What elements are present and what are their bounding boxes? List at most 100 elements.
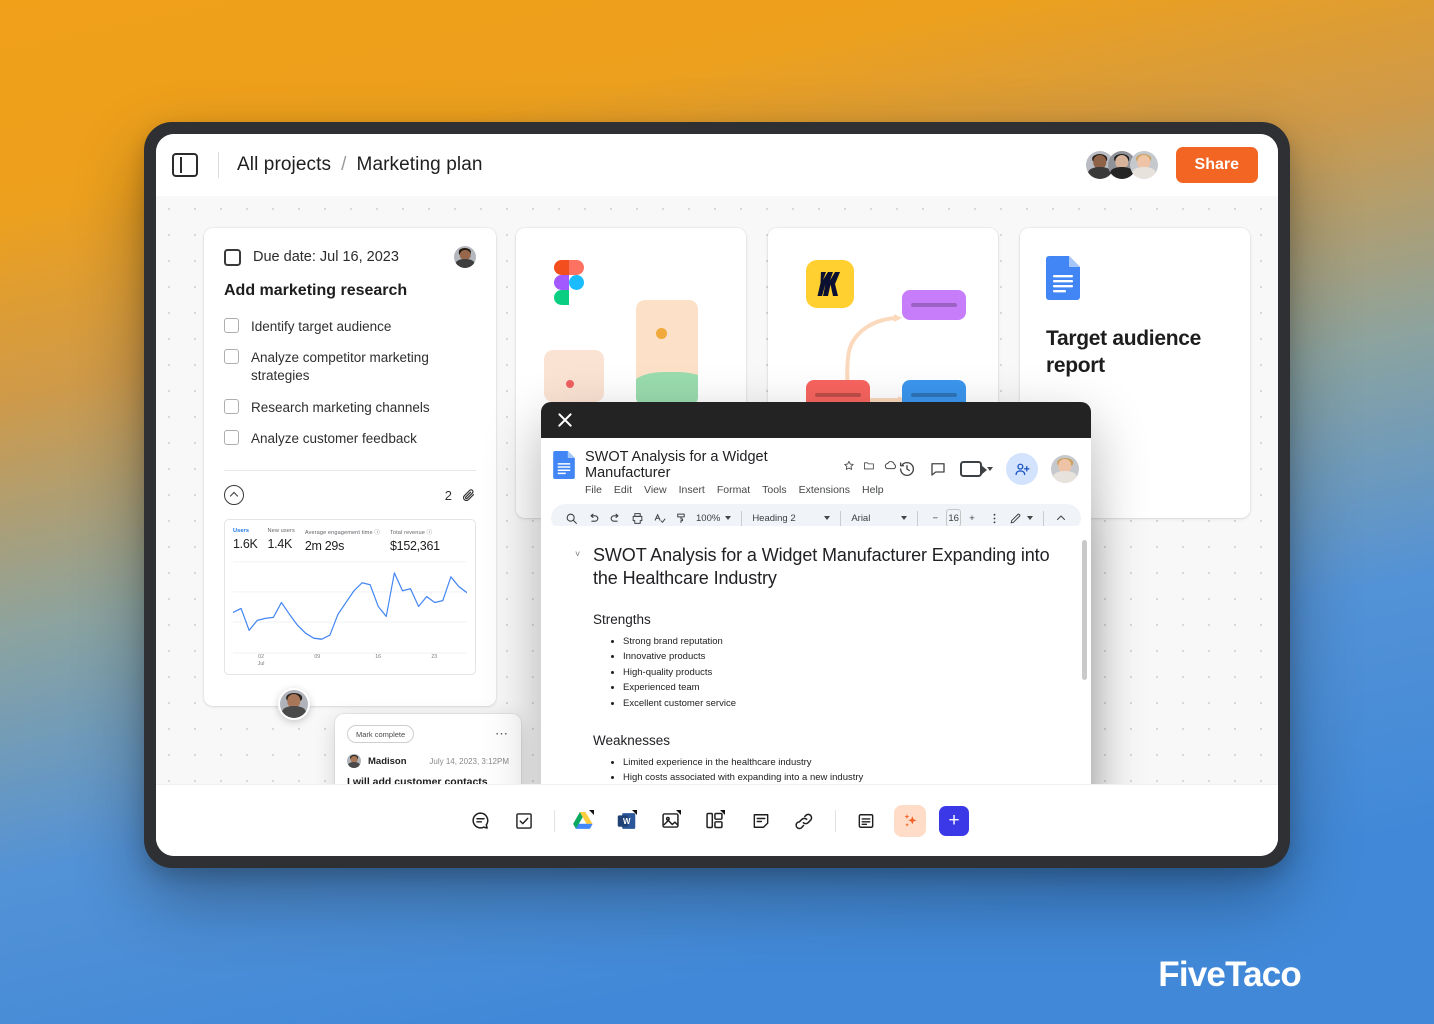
subtask-item[interactable]: Analyze customer feedback: [224, 429, 476, 448]
x-tick-label: 23: [431, 654, 438, 661]
share-button[interactable]: [1006, 453, 1038, 485]
cloud-saved-icon[interactable]: [884, 459, 898, 472]
link-tool[interactable]: [783, 801, 827, 841]
star-icon[interactable]: [843, 459, 855, 472]
watermark-logo: FiveTaco: [1158, 955, 1302, 994]
gdoc-preview-title: Target audience report: [1046, 327, 1201, 377]
document-title[interactable]: SWOT Analysis for a Widget Manufacturer: [585, 449, 834, 481]
corner-marker: [676, 810, 681, 815]
analytics-widget[interactable]: Users 1.6K New users 1.4K Average engage…: [224, 519, 476, 676]
menu-format[interactable]: Format: [717, 484, 750, 496]
share-button[interactable]: Share: [1175, 147, 1258, 183]
analytics-stat-users[interactable]: Users 1.6K: [233, 528, 268, 553]
ai-tool[interactable]: [888, 801, 932, 841]
chart-x-axis: 02 Jul 09 16 23: [233, 654, 467, 670]
zoom-value: 100%: [696, 512, 721, 524]
subtask-checkbox[interactable]: [224, 398, 239, 414]
paragraph-style-selector[interactable]: Heading 2: [748, 513, 834, 524]
avatar[interactable]: [347, 754, 361, 768]
subtask-item[interactable]: Identify target audience: [224, 318, 476, 336]
ellipsis-icon[interactable]: ⋯: [495, 727, 509, 740]
subtask-item[interactable]: Research marketing channels: [224, 398, 476, 417]
edit-mode-selector[interactable]: [1005, 512, 1037, 525]
move-to-folder-icon[interactable]: [863, 459, 875, 472]
note-icon: [753, 813, 769, 828]
analytics-stat-new-users[interactable]: New users 1.4K: [268, 528, 305, 553]
info-icon[interactable]: ⓘ: [374, 530, 380, 536]
task-complete-checkbox[interactable]: [224, 248, 241, 266]
breadcrumb-all-projects[interactable]: All projects: [237, 154, 331, 176]
subtask-checkbox[interactable]: [224, 318, 239, 333]
figma-art-small: [544, 350, 604, 402]
board-tool[interactable]: [695, 801, 739, 841]
heading-collapse-icon[interactable]: ˅: [575, 549, 580, 559]
task-check-icon: [516, 812, 532, 829]
list-item: Excellent customer service: [623, 696, 1051, 711]
menu-insert[interactable]: Insert: [679, 484, 705, 496]
comment-tool[interactable]: [458, 801, 502, 841]
mark-complete-button[interactable]: Mark complete: [347, 725, 415, 743]
scrollbar[interactable]: [1082, 540, 1087, 680]
collaborator-avatars[interactable]: [1083, 149, 1160, 181]
comment-timestamp: July 14, 2023, 3:12PM: [429, 756, 509, 766]
analytics-stat-engagement[interactable]: Average engagement time ⓘ 2m 29s: [305, 528, 390, 553]
stat-value: $152,361: [390, 539, 440, 554]
document-tool[interactable]: [844, 801, 888, 841]
comment-icon[interactable]: [929, 460, 947, 478]
document-heading: SWOT Analysis for a Widget Manufacturer …: [593, 545, 1050, 589]
task-tool[interactable]: [502, 801, 546, 841]
subtask-checkbox[interactable]: [224, 349, 239, 365]
chevron-down-icon: [824, 516, 831, 520]
task-card[interactable]: Due date: Jul 16, 2023 Add marketing res…: [204, 228, 496, 706]
board-canvas[interactable]: Due date: Jul 16, 2023 Add marketing res…: [156, 196, 1278, 784]
subtask-list: Identify target audience Analyze competi…: [224, 318, 476, 448]
section-list-strengths: Strong brand reputation Innovative produ…: [623, 634, 1051, 711]
menu-view[interactable]: View: [644, 484, 667, 496]
sidebar-panel-icon[interactable]: [172, 153, 198, 177]
list-item: High costs associated with expanding int…: [623, 770, 1051, 784]
figma-art-large: [636, 300, 698, 406]
chevron-up-circle-icon[interactable]: [224, 485, 244, 506]
comment-popup[interactable]: Mark complete ⋯ Madison July 14, 2023, 3…: [335, 714, 521, 784]
pencil-icon: [1010, 513, 1021, 523]
google-drive-tool[interactable]: [563, 801, 607, 841]
plus-icon[interactable]: +: [939, 805, 969, 836]
paperclip-icon[interactable]: [461, 488, 476, 503]
avatar[interactable]: [1051, 455, 1079, 483]
word-tool[interactable]: W: [607, 801, 651, 841]
font-selector[interactable]: Arial: [847, 513, 911, 524]
subtask-label: Research marketing channels: [251, 399, 430, 415]
menu-edit[interactable]: Edit: [614, 484, 632, 496]
font-size-input[interactable]: 16: [946, 509, 961, 527]
menu-extensions[interactable]: Extensions: [799, 484, 850, 496]
image-tool[interactable]: [651, 801, 695, 841]
svg-text:W: W: [623, 816, 631, 825]
comment-author-avatar[interactable]: [278, 688, 310, 720]
version-history-icon[interactable]: [898, 460, 916, 478]
menu-file[interactable]: File: [585, 484, 602, 496]
zoom-selector[interactable]: 100%: [692, 513, 735, 524]
add-tool[interactable]: +: [932, 801, 976, 841]
menu-tools[interactable]: Tools: [762, 484, 787, 496]
ai-button[interactable]: [894, 804, 926, 837]
miro-sticky-purple[interactable]: [902, 290, 966, 320]
analytics-stat-revenue[interactable]: Total revenue ⓘ $152,361: [390, 528, 450, 553]
comment-author-name: Madison: [368, 755, 407, 767]
avatar[interactable]: [1127, 149, 1160, 181]
note-tool[interactable]: [739, 801, 783, 841]
info-icon[interactable]: ⓘ: [427, 530, 433, 536]
document-body[interactable]: ˅ SWOT Analysis for a Widget Manufacture…: [541, 526, 1091, 784]
subtask-checkbox[interactable]: [224, 429, 239, 445]
x-tick-label: 02 Jul: [257, 654, 265, 667]
google-docs-window[interactable]: SWOT Analysis for a Widget Manufacturer …: [541, 402, 1091, 784]
paragraph-style-value: Heading 2: [752, 512, 796, 524]
corner-marker: [588, 810, 594, 815]
breadcrumb-current[interactable]: Marketing plan: [357, 154, 483, 176]
google-docs-icon: [553, 451, 575, 479]
menu-help[interactable]: Help: [862, 484, 884, 496]
subtask-item[interactable]: Analyze competitor marketing strategies: [224, 349, 476, 385]
meet-button[interactable]: [960, 461, 993, 477]
task-assignee-avatar[interactable]: [454, 246, 476, 268]
video-camera-icon: [960, 461, 987, 477]
close-icon[interactable]: [555, 410, 575, 430]
